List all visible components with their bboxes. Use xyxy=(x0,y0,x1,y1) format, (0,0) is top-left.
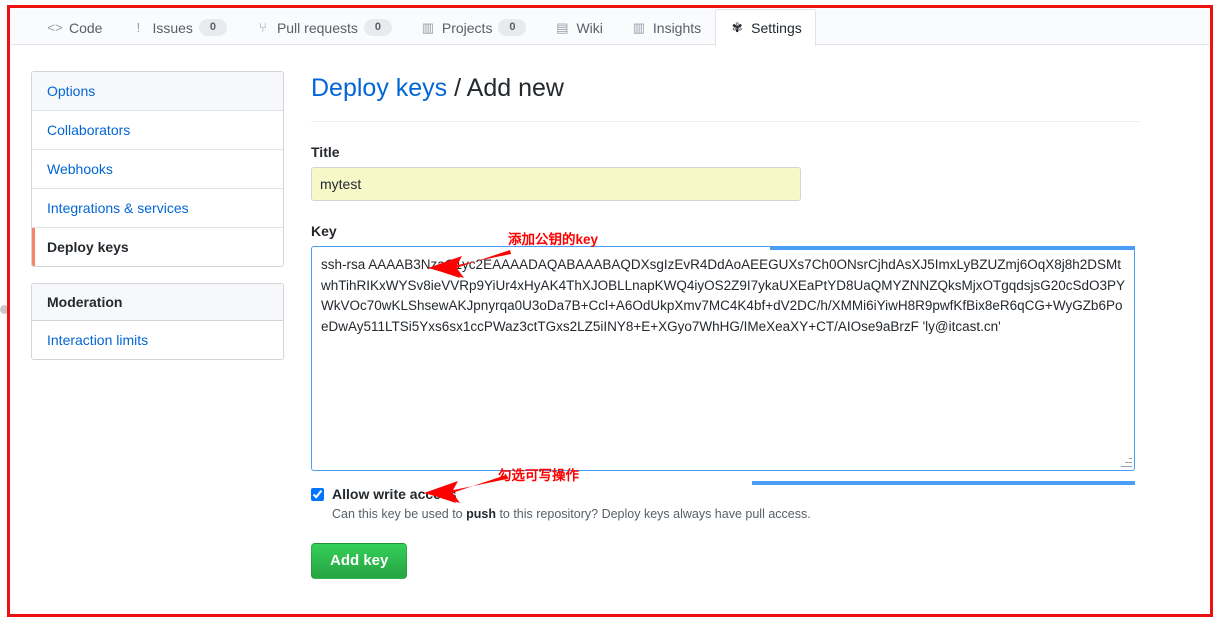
sidebar-item-webhooks[interactable]: Webhooks xyxy=(32,150,283,189)
sidebar-heading-moderation: Moderation xyxy=(32,284,283,321)
title-input[interactable] xyxy=(311,167,801,201)
tab-counter: 0 xyxy=(498,19,527,36)
page-title-link[interactable]: Deploy keys xyxy=(311,74,447,102)
sidebar-item-integrations-services[interactable]: Integrations & services xyxy=(32,189,283,228)
page-title: Deploy keys / Add new xyxy=(311,71,1139,122)
gear-icon: ✾ xyxy=(731,20,743,35)
annotation-arrow-to-checkbox xyxy=(424,475,507,503)
tab-label: Insights xyxy=(652,19,702,36)
allow-write-checkbox[interactable] xyxy=(311,487,324,501)
tab-label: Projects xyxy=(441,19,493,36)
code-icon: <> xyxy=(47,19,63,35)
focus-highlight-bar-top xyxy=(770,246,1135,250)
graph-icon: ▥ xyxy=(632,19,646,35)
sidebar-item-collaborators[interactable]: Collaborators xyxy=(32,111,283,150)
tab-insights[interactable]: ▥ Insights xyxy=(617,9,715,45)
help-suffix: to this repository? Deploy keys always h… xyxy=(495,507,811,521)
tab-wiki[interactable]: ▤ Wiki xyxy=(540,9,616,45)
title-field-label: Title xyxy=(311,144,340,160)
sidebar-item-interaction-limits[interactable]: Interaction limits xyxy=(32,321,283,359)
issue-opened-icon: ! xyxy=(136,19,141,35)
settings-sidebar: Options Collaborators Webhooks Integrati… xyxy=(31,71,284,360)
tab-label: Wiki xyxy=(576,19,603,36)
repo-tab-navigation: <> Code! Issues 0 ⑂ Pull requests 0 ▥ Projects 0 ▤… xyxy=(11,9,1209,46)
settings-menu-moderation: Moderation Interaction limits xyxy=(31,283,284,360)
page-title-current: Add new xyxy=(466,74,564,102)
page-edge-marker xyxy=(0,305,9,314)
annotation-arrow-to-key-textarea xyxy=(428,250,511,278)
tab-counter: 0 xyxy=(363,19,392,36)
tab-pull-requests[interactable]: ⑂ Pull requests 0 xyxy=(241,9,406,45)
sidebar-item-options[interactable]: Options xyxy=(32,72,283,111)
tab-label: Settings xyxy=(751,20,802,36)
screenshot-root: <> Code! Issues 0 ⑂ Pull requests 0 ▥ Projects 0 ▤… xyxy=(0,0,1220,623)
project-icon: ▥ xyxy=(421,19,435,35)
tab-projects[interactable]: ▥ Projects 0 xyxy=(406,9,541,45)
tab-code[interactable]: <> Code xyxy=(33,9,116,45)
page-title-separator: / xyxy=(447,74,467,102)
add-key-button[interactable]: Add key xyxy=(311,543,408,579)
tab-label: Issues xyxy=(152,19,193,36)
book-icon: ▤ xyxy=(556,19,569,35)
git-pull-request-icon: ⑂ xyxy=(259,19,267,35)
tab-label: Pull requests xyxy=(276,19,358,36)
sidebar-item-deploy-keys[interactable]: Deploy keys xyxy=(32,228,283,266)
key-field-label: Key xyxy=(311,223,337,239)
annotation-check-write-access: 勾选可写操作 xyxy=(498,468,579,483)
tab-issues[interactable]: ! Issues 0 xyxy=(116,9,240,45)
tab-counter: 0 xyxy=(198,19,227,36)
focus-highlight-bar-bottom xyxy=(752,481,1135,485)
settings-menu-primary: Options Collaborators Webhooks Integrati… xyxy=(31,71,284,267)
tab-settings[interactable]: ✾ Settings xyxy=(715,9,816,46)
tab-label: Code xyxy=(69,19,103,36)
annotation-add-public-key: 添加公钥的key xyxy=(508,232,599,247)
